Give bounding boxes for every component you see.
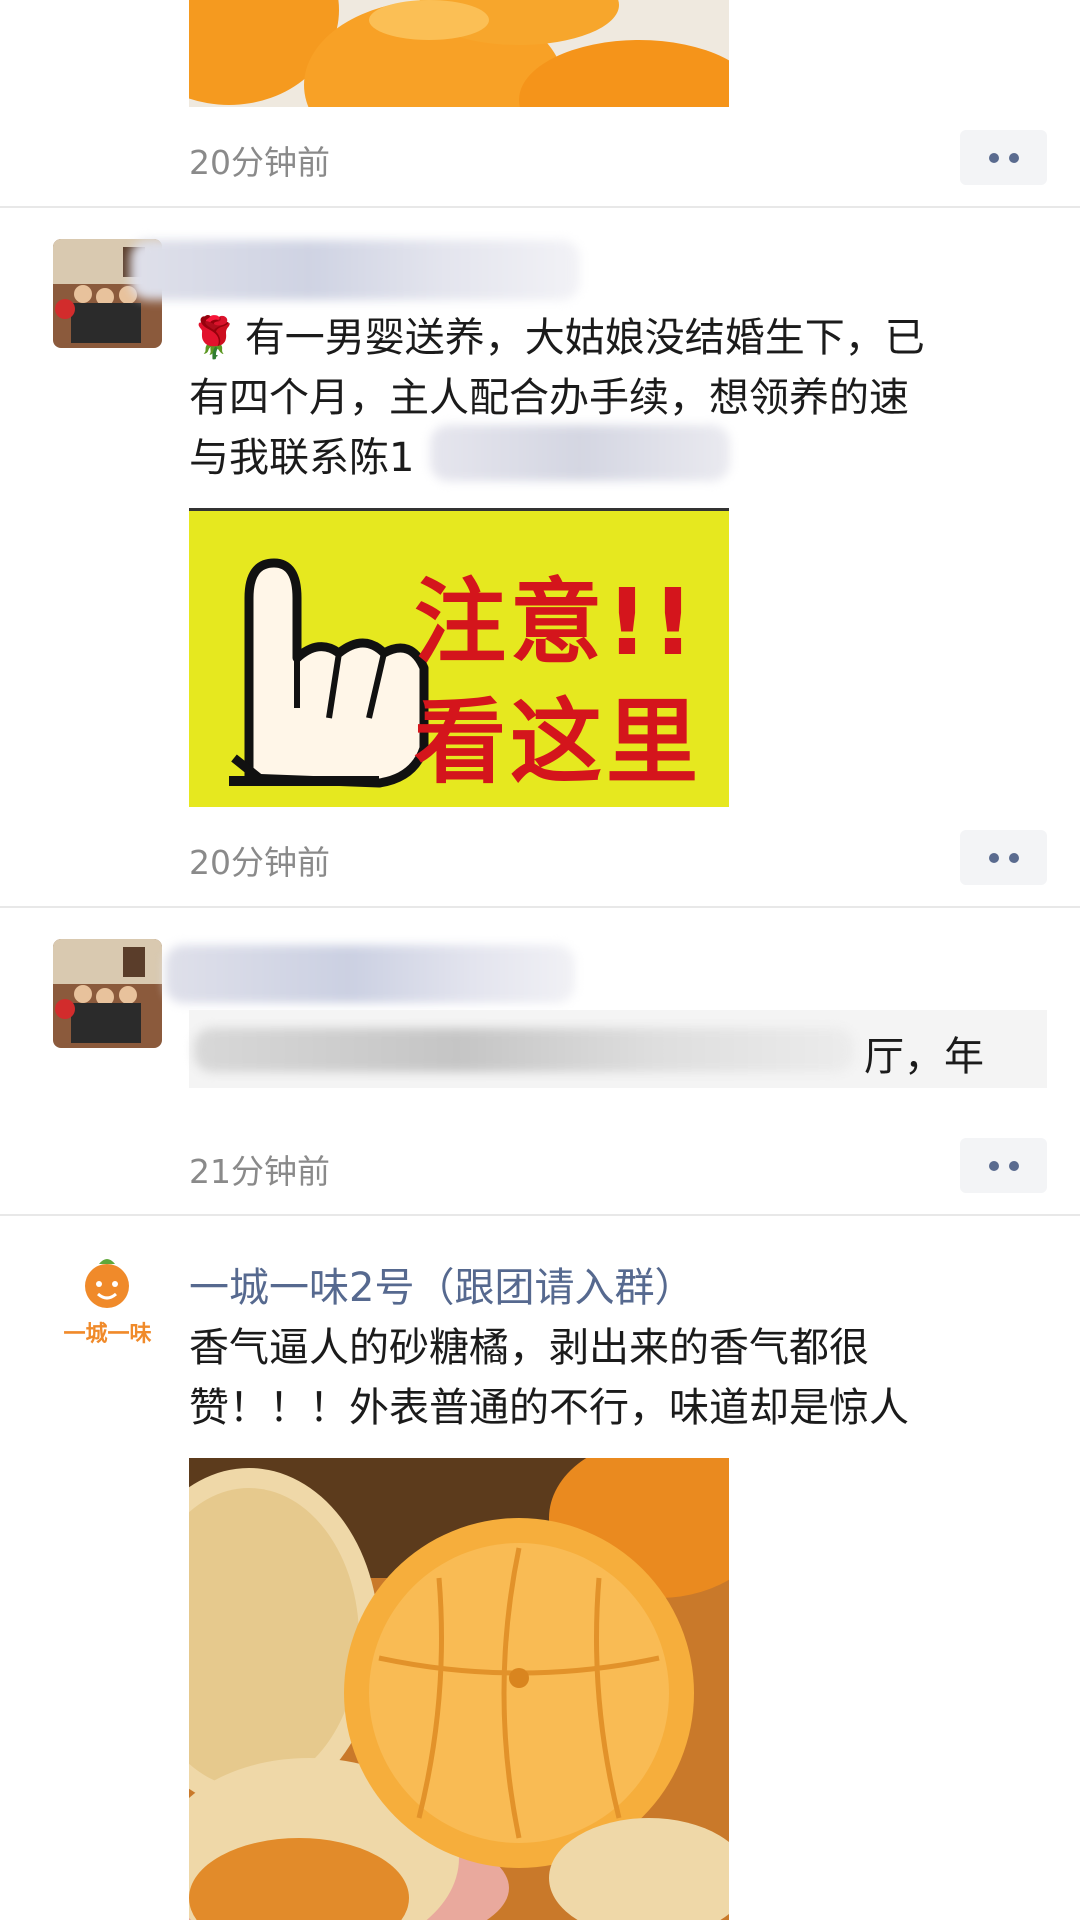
attention-poster-image[interactable]: 注意!! 看这里 — [189, 508, 729, 807]
poster-text-line2: 看这里 — [414, 689, 703, 796]
post-timestamp: 20分钟前 — [189, 143, 330, 182]
shared-link-card[interactable]: 厅，年 — [189, 1010, 1047, 1088]
more-options-button[interactable] — [960, 830, 1047, 885]
post-timestamp: 20分钟前 — [189, 843, 330, 882]
more-dot-icon — [1008, 852, 1019, 863]
more-options-button[interactable] — [960, 1138, 1047, 1193]
avatar[interactable] — [53, 939, 162, 1048]
orange-photo-top[interactable] — [189, 0, 729, 107]
blurred-phone-number — [430, 425, 730, 481]
avatar-brand-text: 一城一味 — [63, 1322, 152, 1347]
post-divider — [0, 906, 1080, 908]
blurred-nickname — [165, 945, 575, 1003]
blurred-nickname — [130, 240, 580, 300]
post-text-line: 🌹 有一男婴送养，大姑娘没结婚生下，已 — [189, 315, 925, 361]
poster-text-line1: 注意!! — [414, 569, 698, 676]
rose-icon: 🌹 — [189, 315, 239, 361]
post-text-line: 有四个月，主人配合办手续，想领养的速 — [189, 375, 909, 421]
avatar[interactable]: 一城一味 — [53, 1250, 162, 1359]
link-title-visible: 厅，年 — [864, 1034, 984, 1080]
blurred-link-title — [194, 1028, 854, 1072]
post-text: 香气逼人的砂糖橘，剥出来的香气都很 赞！！！外表普通的不行，味道却是惊人 — [189, 1318, 1049, 1438]
post-timestamp: 21分钟前 — [189, 1152, 330, 1191]
post-nickname[interactable]: 一城一味2号（跟团请入群） — [189, 1255, 694, 1313]
more-dot-icon — [988, 852, 999, 863]
more-options-button[interactable] — [960, 130, 1047, 185]
more-dot-icon — [1008, 152, 1019, 163]
post-divider — [0, 206, 1080, 208]
more-dot-icon — [1008, 1160, 1019, 1171]
post-divider — [0, 1214, 1080, 1216]
post-text-line: 香气逼人的砂糖橘，剥出来的香气都很 — [189, 1325, 869, 1371]
post-text-line: 赞！！！外表普通的不行，味道却是惊人 — [189, 1385, 909, 1431]
more-dot-icon — [988, 152, 999, 163]
peeled-orange-photo[interactable] — [189, 1458, 729, 1920]
more-dot-icon — [988, 1160, 999, 1171]
